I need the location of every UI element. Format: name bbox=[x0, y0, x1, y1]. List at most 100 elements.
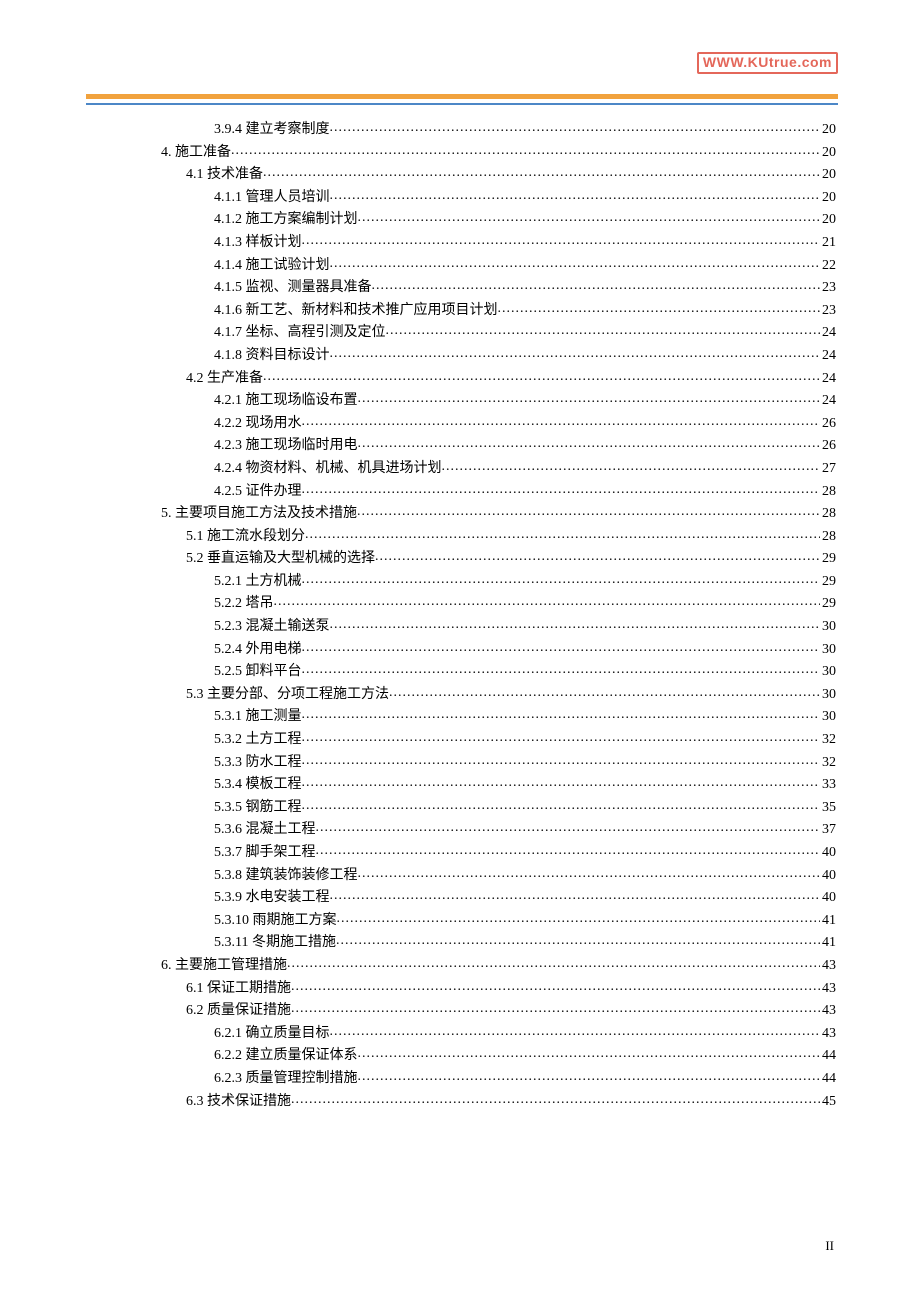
toc-entry[interactable]: 6.1 保证工期措施43 bbox=[86, 978, 836, 1001]
page-number: II bbox=[825, 1238, 834, 1254]
toc-entry-page: 37 bbox=[820, 819, 836, 842]
toc-leader-dots bbox=[442, 456, 821, 479]
toc-entry[interactable]: 5.3 主要分部、分项工程施工方法 30 bbox=[86, 684, 836, 707]
toc-entry[interactable]: 4.2.3 施工现场临时用电26 bbox=[86, 435, 836, 458]
toc-entry-page: 30 bbox=[820, 661, 836, 684]
toc-leader-dots bbox=[375, 546, 820, 569]
toc-entry-label: 4.1.5 监视、测量器具准备 bbox=[214, 277, 372, 300]
toc-entry-page: 30 bbox=[820, 684, 836, 707]
toc-entry[interactable]: 5.3.1 施工测量30 bbox=[86, 706, 836, 729]
toc-leader-dots bbox=[330, 614, 821, 637]
toc-entry[interactable]: 4.2 生产准备24 bbox=[86, 368, 836, 391]
toc-entry-page: 27 bbox=[820, 458, 836, 481]
toc-leader-dots bbox=[263, 162, 820, 185]
toc-leader-dots bbox=[358, 388, 821, 411]
toc-entry-label: 4. 施工准备 bbox=[161, 142, 231, 165]
toc-entry-page: 32 bbox=[820, 752, 836, 775]
toc-entry-label: 5.2.2 塔吊 bbox=[214, 593, 274, 616]
toc-entry[interactable]: 5. 主要项目施工方法及技术措施28 bbox=[86, 503, 836, 526]
toc-entry[interactable]: 5.3.11 冬期施工措施41 bbox=[86, 932, 836, 955]
toc-leader-dots bbox=[358, 863, 821, 886]
toc-leader-dots bbox=[291, 976, 820, 999]
toc-entry[interactable]: 5.3.9 水电安装工程 40 bbox=[86, 887, 836, 910]
toc-entry-page: 29 bbox=[820, 593, 836, 616]
toc-entry[interactable]: 4.1.5 监视、测量器具准备23 bbox=[86, 277, 836, 300]
toc-entry-page: 23 bbox=[820, 300, 836, 323]
toc-entry-page: 44 bbox=[820, 1068, 836, 1091]
toc-entry[interactable]: 4.1 技术准备20 bbox=[86, 164, 836, 187]
toc-entry-label: 4.2 生产准备 bbox=[186, 368, 263, 391]
toc-entry[interactable]: 5.1 施工流水段划分28 bbox=[86, 526, 836, 549]
toc-entry-label: 5.3.2 土方工程 bbox=[214, 729, 302, 752]
toc-entry-page: 22 bbox=[820, 255, 836, 278]
toc-entry-label: 6.3 技术保证措施 bbox=[186, 1091, 291, 1114]
toc-leader-dots bbox=[231, 140, 820, 163]
toc-entry-label: 5.3.3 防水工程 bbox=[214, 752, 302, 775]
toc-leader-dots bbox=[330, 885, 821, 908]
toc-entry[interactable]: 6.3 技术保证措施45 bbox=[86, 1091, 836, 1114]
toc-entry[interactable]: 5.2 垂直运输及大型机械的选择29 bbox=[86, 548, 836, 571]
toc-leader-dots bbox=[389, 682, 820, 705]
toc-entry[interactable]: 3.9.4 建立考察制度20 bbox=[86, 119, 836, 142]
toc-entry[interactable]: 4. 施工准备20 bbox=[86, 142, 836, 165]
document-page: WWW.KUtrue.com 3.9.4 建立考察制度204. 施工准备204.… bbox=[0, 0, 920, 1302]
toc-entry[interactable]: 4.2.5 证件办理28 bbox=[86, 481, 836, 504]
toc-entry-label: 5.3.8 建筑装饰装修工程 bbox=[214, 865, 358, 888]
toc-leader-dots bbox=[330, 1021, 821, 1044]
toc-leader-dots bbox=[302, 750, 821, 773]
toc-entry[interactable]: 5.3.5 钢筋工程35 bbox=[86, 797, 836, 820]
toc-entry-label: 4.1.2 施工方案编制计划 bbox=[214, 209, 358, 232]
toc-entry[interactable]: 4.2.2 现场用水26 bbox=[86, 413, 836, 436]
toc-entry[interactable]: 4.2.4 物资材料、机械、机具进场计划 27 bbox=[86, 458, 836, 481]
toc-entry-label: 6. 主要施工管理措施 bbox=[161, 955, 287, 978]
toc-entry[interactable]: 5.2.5 卸料平台30 bbox=[86, 661, 836, 684]
toc-entry[interactable]: 6.2.1 确立质量目标43 bbox=[86, 1023, 836, 1046]
toc-entry[interactable]: 5.2.2 塔吊 29 bbox=[86, 593, 836, 616]
toc-leader-dots bbox=[302, 479, 821, 502]
toc-leader-dots bbox=[274, 591, 821, 614]
toc-entry[interactable]: 6.2.3 质量管理控制措施44 bbox=[86, 1068, 836, 1091]
divider-blue bbox=[86, 103, 838, 105]
toc-entry[interactable]: 5.3.3 防水工程 32 bbox=[86, 752, 836, 775]
toc-entry-label: 6.2.2 建立质量保证体系 bbox=[214, 1045, 358, 1068]
toc-leader-dots bbox=[358, 1066, 821, 1089]
toc-entry-label: 4.2.3 施工现场临时用电 bbox=[214, 435, 358, 458]
toc-entry-label: 4.1.7 坐标、高程引测及定位 bbox=[214, 322, 386, 345]
toc-entry[interactable]: 5.3.4 模板工程33 bbox=[86, 774, 836, 797]
toc-entry[interactable]: 4.1.8 资料目标设计24 bbox=[86, 345, 836, 368]
toc-entry-label: 5.3.9 水电安装工程 bbox=[214, 887, 330, 910]
toc-entry-label: 4.1 技术准备 bbox=[186, 164, 263, 187]
toc-entry[interactable]: 6.2 质量保证措施43 bbox=[86, 1000, 836, 1023]
toc-entry[interactable]: 6. 主要施工管理措施43 bbox=[86, 955, 836, 978]
toc-entry[interactable]: 6.2.2 建立质量保证体系44 bbox=[86, 1045, 836, 1068]
toc-entry[interactable]: 4.1.6 新工艺、新材料和技术推广应用项目计划23 bbox=[86, 300, 836, 323]
toc-entry-label: 4.1.8 资料目标设计 bbox=[214, 345, 330, 368]
toc-entry[interactable]: 4.1.7 坐标、高程引测及定位24 bbox=[86, 322, 836, 345]
toc-entry[interactable]: 4.1.1 管理人员培训20 bbox=[86, 187, 836, 210]
toc-entry-label: 6.2 质量保证措施 bbox=[186, 1000, 291, 1023]
toc-entry-page: 40 bbox=[820, 887, 836, 910]
toc-entry[interactable]: 5.3.10 雨期施工方案41 bbox=[86, 910, 836, 933]
toc-entry[interactable]: 4.2.1 施工现场临设布置24 bbox=[86, 390, 836, 413]
toc-entry[interactable]: 5.3.8 建筑装饰装修工程40 bbox=[86, 865, 836, 888]
toc-entry-label: 4.2.4 物资材料、机械、机具进场计划 bbox=[214, 458, 442, 481]
toc-entry[interactable]: 5.3.7 脚手架工程40 bbox=[86, 842, 836, 865]
toc-entry[interactable]: 5.3.2 土方工程32 bbox=[86, 729, 836, 752]
toc-entry-page: 40 bbox=[820, 842, 836, 865]
toc-leader-dots bbox=[302, 411, 821, 434]
toc-entry[interactable]: 4.1.3 样板计划21 bbox=[86, 232, 836, 255]
toc-entry[interactable]: 5.2.3 混凝土输送泵30 bbox=[86, 616, 836, 639]
toc-entry[interactable]: 4.1.4 施工试验计划22 bbox=[86, 255, 836, 278]
toc-leader-dots bbox=[330, 185, 821, 208]
toc-entry-page: 30 bbox=[820, 706, 836, 729]
toc-leader-dots bbox=[302, 569, 821, 592]
toc-entry[interactable]: 5.3.6 混凝土工程37 bbox=[86, 819, 836, 842]
toc-entry-page: 29 bbox=[820, 548, 836, 571]
toc-entry[interactable]: 5.2.4 外用电梯30 bbox=[86, 639, 836, 662]
toc-entry-page: 35 bbox=[820, 797, 836, 820]
page-header: WWW.KUtrue.com bbox=[0, 0, 920, 94]
toc-entry[interactable]: 5.2.1 土方机械29 bbox=[86, 571, 836, 594]
toc-entry[interactable]: 4.1.2 施工方案编制计划20 bbox=[86, 209, 836, 232]
toc-leader-dots bbox=[302, 704, 821, 727]
toc-entry-label: 5.3 主要分部、分项工程施工方法 bbox=[186, 684, 389, 707]
